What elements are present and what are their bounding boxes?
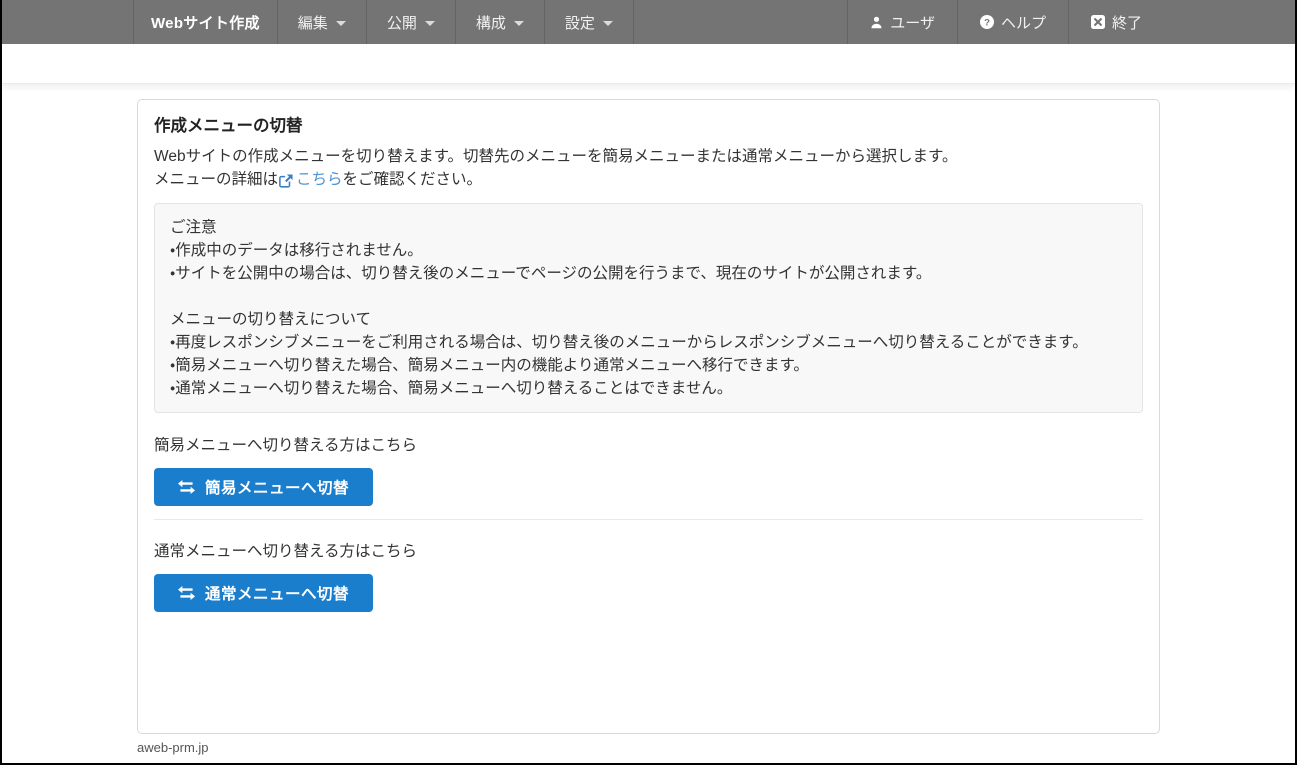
- navbar-inner: Webサイト作成 編集 公開 構成 設定: [133, 0, 1164, 44]
- nav-menu-publish-label: 公開: [387, 12, 417, 33]
- notice-spacer: [170, 285, 1127, 308]
- nav-exit[interactable]: 終了: [1068, 0, 1164, 44]
- nav-menu-settings-label: 設定: [565, 12, 595, 33]
- nav-user[interactable]: ユーザ: [847, 0, 957, 44]
- detail-suffix: をご確認ください。: [343, 168, 483, 191]
- chevron-down-icon: [336, 21, 346, 26]
- section-divider: [154, 519, 1143, 520]
- exchange-icon: [178, 586, 195, 600]
- nav-menu-structure[interactable]: 構成: [456, 0, 545, 44]
- notice-subtitle: メニューの切り替えについて: [170, 308, 1127, 331]
- detail-line: メニューの詳細は こちら をご確認ください。: [154, 168, 1143, 191]
- menu-switch-card: 作成メニューの切替 Webサイトの作成メニューを切り替えます。切替先のメニューを…: [137, 99, 1160, 734]
- exchange-icon: [178, 480, 195, 494]
- nav-menu-publish[interactable]: 公開: [367, 0, 456, 44]
- normal-menu-section-label: 通常メニューへ切り替える方はこちら: [154, 540, 1143, 563]
- exit-icon: [1091, 15, 1105, 29]
- app-title: Webサイト作成: [133, 0, 278, 44]
- switch-to-simple-menu-button[interactable]: 簡易メニューへ切替: [154, 468, 373, 506]
- notice-item: ・簡易メニューへ切り替えた場合、簡易メニュー内の機能より通常メニューへ移行できま…: [170, 354, 1127, 377]
- nav-menu-edit[interactable]: 編集: [278, 0, 367, 44]
- svg-text:?: ?: [984, 18, 990, 29]
- detail-link[interactable]: こちら: [296, 168, 343, 191]
- browser-viewport: Webサイト作成 編集 公開 構成 設定: [0, 0, 1297, 765]
- notice-title: ご注意: [170, 216, 1127, 239]
- notice-box: ご注意 ・作成中のデータは移行されません。 ・サイトを公開中の場合は、切り替え後…: [154, 203, 1143, 413]
- notice-item: ・再度レスポンシブメニューをご利用される場合は、切り替え後のメニューからレスポン…: [170, 331, 1127, 354]
- simple-menu-section-label: 簡易メニューへ切り替える方はこちら: [154, 434, 1143, 457]
- notice-item: ・作成中のデータは移行されません。: [170, 239, 1127, 262]
- nav-menu-settings[interactable]: 設定: [545, 0, 634, 44]
- detail-prefix: メニューの詳細は: [154, 168, 278, 191]
- notice-item: ・通常メニューへ切り替えた場合、簡易メニューへ切り替えることはできません。: [170, 377, 1127, 400]
- footer-domain: aweb-prm.jp: [137, 740, 1160, 755]
- user-icon: [870, 16, 883, 29]
- page-title: 作成メニューの切替: [154, 112, 1143, 136]
- nav-help[interactable]: ? ヘルプ: [957, 0, 1068, 44]
- chevron-down-icon: [603, 21, 613, 26]
- chevron-down-icon: [514, 21, 524, 26]
- notice-item: ・サイトを公開中の場合は、切り替え後のメニューでページの公開を行うまで、現在のサ…: [170, 262, 1127, 285]
- top-navbar: Webサイト作成 編集 公開 構成 設定: [2, 0, 1295, 44]
- subheader-bar: [2, 44, 1295, 84]
- switch-to-simple-menu-label: 簡易メニューへ切替: [205, 476, 349, 498]
- chevron-down-icon: [425, 21, 435, 26]
- nav-menu-edit-label: 編集: [298, 12, 328, 33]
- main-content: 作成メニューの切替 Webサイトの作成メニューを切り替えます。切替先のメニューを…: [2, 84, 1295, 755]
- nav-user-label: ユーザ: [890, 12, 935, 33]
- description: Webサイトの作成メニューを切り替えます。切替先のメニューを簡易メニューまたは通…: [154, 145, 1143, 168]
- nav-menu-structure-label: 構成: [476, 12, 506, 33]
- navbar-right-group: ユーザ ? ヘルプ 終了: [847, 0, 1164, 44]
- external-link-icon: [279, 174, 293, 188]
- nav-exit-label: 終了: [1112, 12, 1142, 33]
- nav-help-label: ヘルプ: [1001, 12, 1046, 33]
- switch-to-normal-menu-button[interactable]: 通常メニューへ切替: [154, 574, 373, 612]
- switch-to-normal-menu-label: 通常メニューへ切替: [205, 582, 349, 604]
- help-icon: ?: [980, 15, 994, 29]
